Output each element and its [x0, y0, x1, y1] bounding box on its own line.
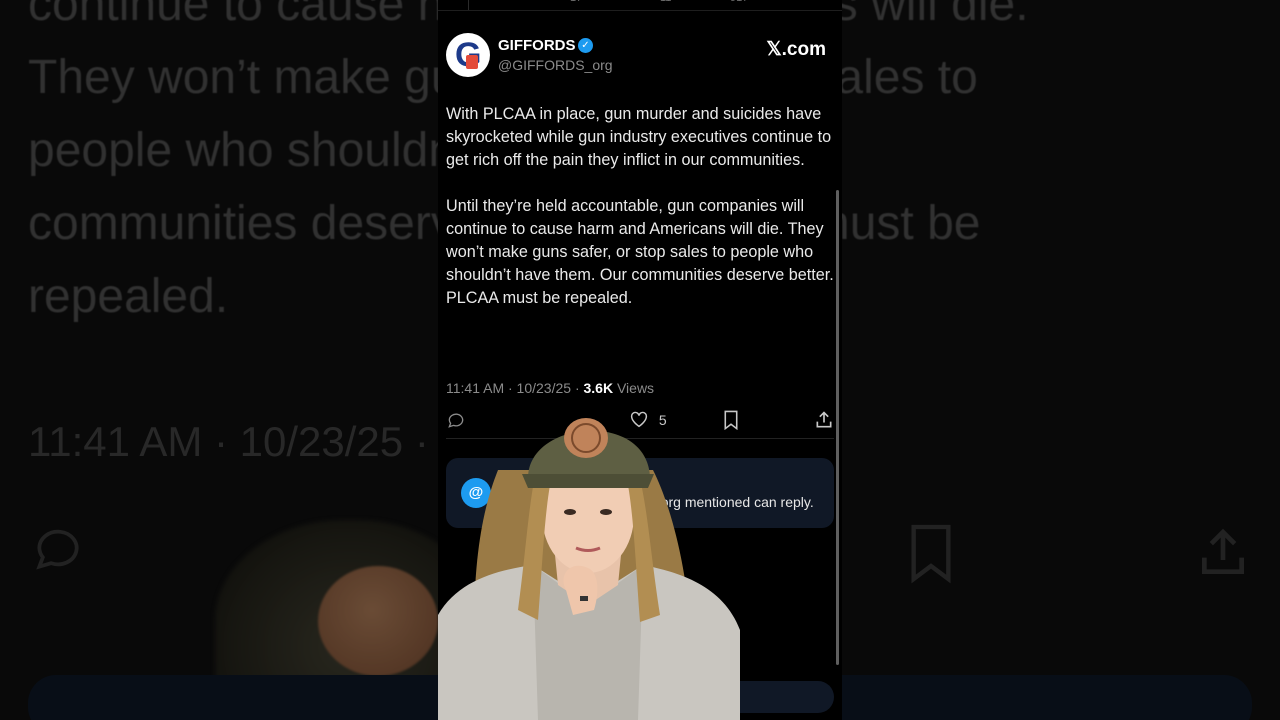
tweet-paragraph: Until they’re held accountable, gun comp…: [446, 197, 834, 307]
presenter-video-overlay: [438, 400, 740, 720]
presenter-figure: [438, 418, 740, 720]
thread-line: [468, 0, 469, 10]
author-handle[interactable]: @GIFFORDS_org: [498, 57, 613, 73]
views-count: 3.6K: [583, 380, 614, 396]
view-count[interactable]: 917: [730, 0, 748, 4]
tweet-meta: 11:41 AM · 10/23/25 · 3.6K Views: [446, 380, 654, 396]
scrollbar[interactable]: [836, 190, 839, 665]
x-brand: 𝕏.com: [766, 39, 826, 60]
logo-accent: [466, 55, 478, 69]
author-name[interactable]: GIFFORDS: [498, 37, 576, 54]
avatar[interactable]: G: [446, 33, 490, 77]
repost-count[interactable]: 17: [570, 0, 582, 4]
tweet-timestamp[interactable]: 11:41 AM · 10/23/25 ·: [446, 380, 584, 396]
share-icon[interactable]: [814, 410, 834, 433]
like-count[interactable]: 11: [660, 0, 671, 4]
tweet-paragraph: With PLCAA in place, gun murder and suic…: [446, 105, 832, 169]
previous-tweet-actions: 17 11 917: [438, 0, 842, 11]
views-label: Views: [613, 380, 655, 396]
tweet-text: With PLCAA in place, gun murder and suic…: [446, 103, 834, 333]
verified-icon: ✓: [578, 38, 593, 53]
